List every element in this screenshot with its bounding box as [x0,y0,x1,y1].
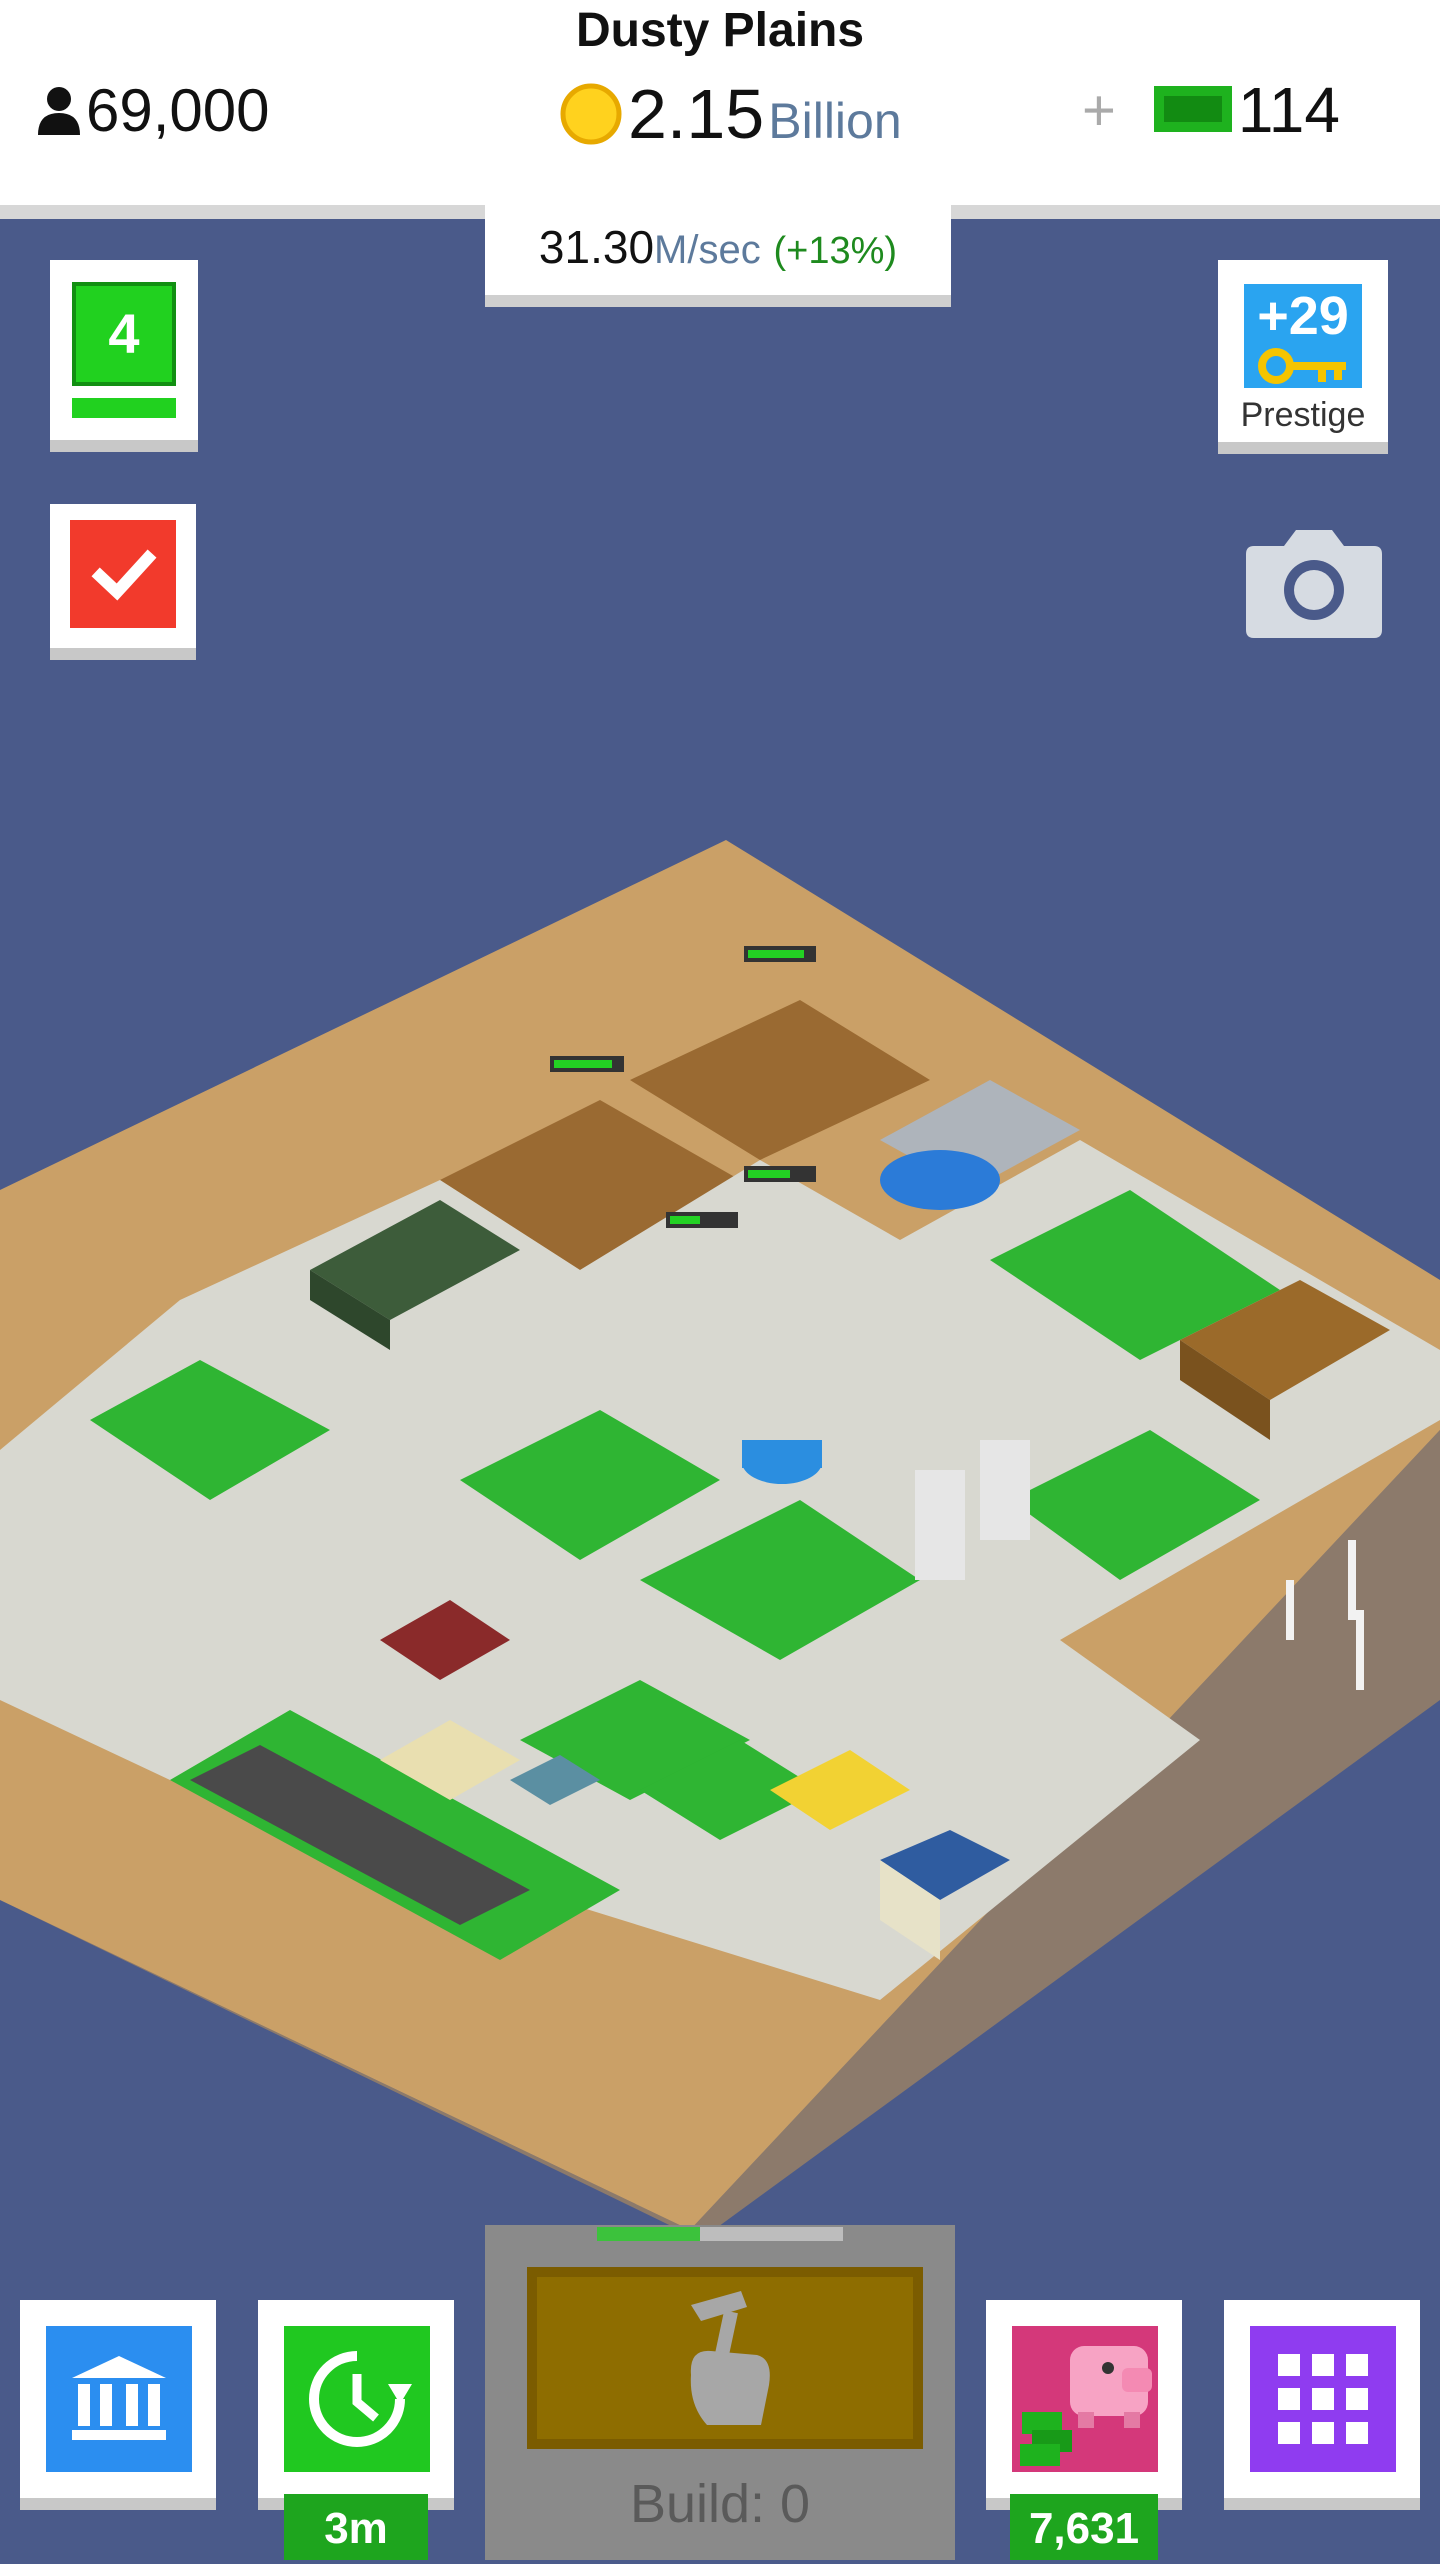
city-name: Dusty Plains [575,4,865,57]
money-display: 2.15 Billion [560,74,902,154]
piggy-bank-icon [1020,2346,1152,2466]
boost-button[interactable] [258,2300,454,2510]
key-icon [1258,348,1346,384]
income-rate: 31.30M/sec (+13%) [485,205,951,307]
level-badge: 4 [72,282,176,386]
boost-timer: 3m [284,2494,428,2560]
prestige-badge: +29 [1244,284,1362,388]
prestige-label: Prestige [1240,396,1366,434]
person-icon [38,87,80,135]
menu-button[interactable] [1224,2300,1420,2510]
clock-boost-icon [309,2351,412,2447]
income-rate-value: 31.30 [538,221,655,273]
money-value: 2.15 [628,75,765,153]
camera-icon[interactable] [1246,528,1382,638]
build-button[interactable]: Build: 0 [485,2225,955,2560]
bank-button[interactable] [20,2300,216,2510]
bank-icon [72,2356,166,2440]
checkmark-icon [91,549,157,601]
coin-icon [560,83,622,145]
income-rate-bonus: (+13%) [773,230,898,272]
cash-value: 114 [1237,74,1340,146]
money-unit: Billion [768,93,902,149]
buy-cash-plus[interactable]: + [1082,77,1116,144]
piggy-bank-count: 7,631 [1010,2494,1158,2560]
population-value: 69,000 [86,76,270,144]
boost-badge [284,2326,430,2472]
cash-display[interactable]: + 114 [1082,74,1340,146]
build-slot [527,2267,923,2449]
piggy-bank-button[interactable] [986,2300,1182,2510]
level-progress-bar [72,398,176,418]
income-rate-unit: M/sec [654,228,761,272]
build-progress-track [597,2227,843,2241]
hammer-hand-icon [690,2291,770,2425]
cash-icon [1153,86,1232,132]
tasks-badge [70,520,176,628]
grid-menu-icon [1278,2354,1368,2444]
build-progress-fill [597,2227,701,2241]
bank-badge [46,2326,192,2472]
build-label: Build: 0 [629,2474,811,2534]
population-display: 69,000 [36,74,270,146]
level-button[interactable]: 4 [50,260,198,452]
menu-badge [1250,2326,1396,2472]
prestige-button[interactable]: +29 Prestige [1218,260,1388,454]
piggy-bank-badge [1012,2326,1158,2472]
tasks-button[interactable] [50,504,196,660]
prestige-count: +29 [1257,286,1349,346]
